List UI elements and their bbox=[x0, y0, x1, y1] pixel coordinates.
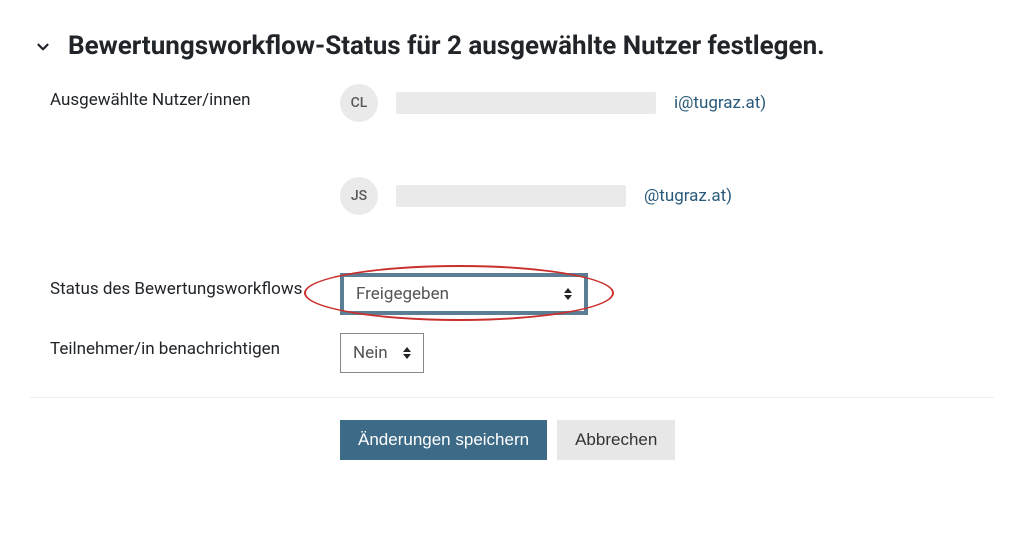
select-arrows-icon bbox=[564, 288, 572, 300]
save-button[interactable]: Änderungen speichern bbox=[340, 420, 547, 460]
cancel-button[interactable]: Abbrechen bbox=[557, 420, 675, 460]
notify-select[interactable]: Nein bbox=[340, 333, 424, 373]
selected-users-label: Ausgewählte Nutzer/innen bbox=[50, 84, 340, 110]
notify-value: Nein bbox=[353, 343, 388, 363]
workflow-status-label: Status des Bewertungsworkflows bbox=[50, 273, 340, 299]
user-email-link[interactable]: i@tugraz.at) bbox=[674, 93, 766, 113]
user-email-link[interactable]: @tugraz.at) bbox=[644, 186, 732, 206]
page-title: Bewertungsworkflow-Status für 2 ausgewäh… bbox=[68, 30, 825, 64]
workflow-status-select[interactable]: Freigegeben bbox=[340, 273, 588, 315]
redacted-name bbox=[396, 92, 656, 114]
notify-label: Teilnehmer/in benachrichtigen bbox=[50, 333, 340, 359]
chevron-down-icon bbox=[34, 38, 52, 56]
user-item: JS @tugraz.at) bbox=[340, 177, 994, 215]
collapse-toggle[interactable] bbox=[30, 34, 56, 60]
divider bbox=[30, 397, 994, 398]
user-list: CL i@tugraz.at) JS @tugraz.at) bbox=[340, 84, 994, 215]
user-item: CL i@tugraz.at) bbox=[340, 84, 994, 122]
avatar: CL bbox=[340, 84, 378, 122]
redacted-name bbox=[396, 185, 626, 207]
select-arrows-icon bbox=[403, 347, 411, 359]
workflow-status-value: Freigegeben bbox=[356, 284, 449, 304]
avatar: JS bbox=[340, 177, 378, 215]
